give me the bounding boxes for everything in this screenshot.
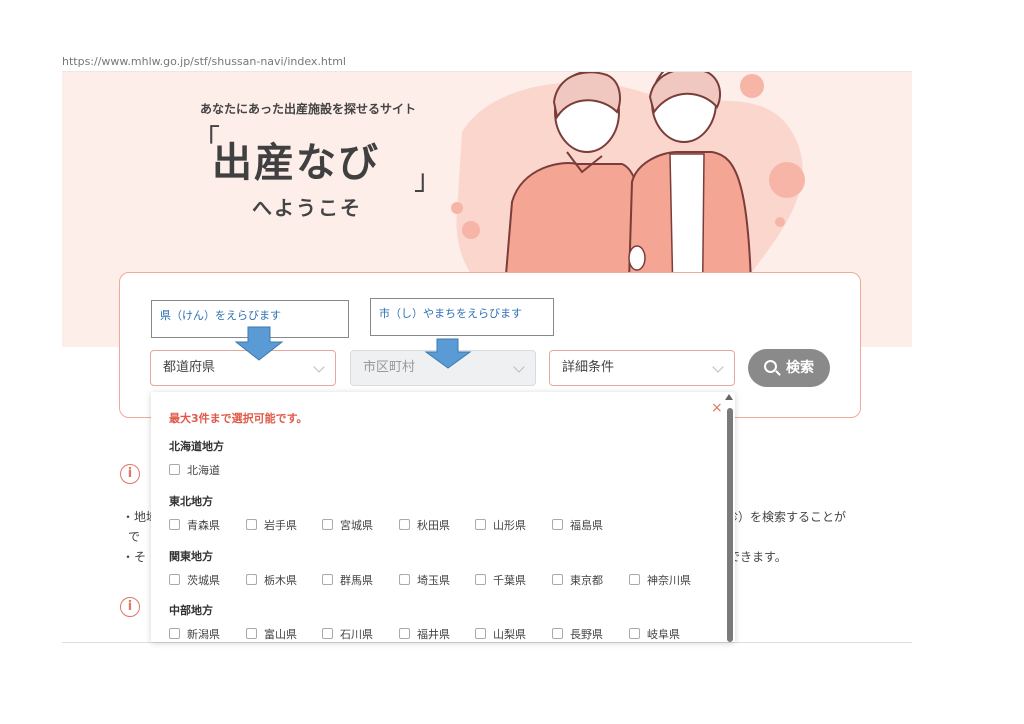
- prefecture-checkbox[interactable]: 群馬県: [322, 572, 373, 588]
- prefecture-label: 山梨県: [493, 628, 526, 641]
- prefecture-label: 富山県: [264, 628, 297, 641]
- prefecture-checkbox[interactable]: 新潟県: [169, 626, 220, 642]
- checkbox-icon: [169, 519, 180, 530]
- prefecture-label: 岐阜県: [647, 628, 680, 641]
- prefecture-label: 宮城県: [340, 519, 373, 532]
- prefecture-checkbox[interactable]: 岐阜県: [629, 626, 680, 642]
- prefecture-checkbox[interactable]: 北海道: [169, 462, 220, 478]
- checkbox-icon: [322, 628, 333, 639]
- prefecture-label: 福井県: [417, 628, 450, 641]
- scrollbar-thumb[interactable]: [727, 408, 733, 642]
- hero-bracket-close: 」: [414, 163, 443, 196]
- info-line-1-end: 診）を検索することが: [726, 510, 847, 524]
- region-heading: 北海道地方: [169, 440, 224, 453]
- prefecture-label: 福島県: [570, 519, 603, 532]
- prefecture-checkbox[interactable]: 山形県: [475, 517, 526, 533]
- prefecture-checkbox[interactable]: 富山県: [246, 626, 297, 642]
- prefecture-checkbox[interactable]: 千葉県: [475, 572, 526, 588]
- prefecture-label: 茨城県: [187, 574, 220, 587]
- prefecture-checkbox[interactable]: 石川県: [322, 626, 373, 642]
- region-heading: 中部地方: [169, 604, 213, 617]
- checkbox-icon: [552, 519, 563, 530]
- conditions-select[interactable]: 詳細条件: [549, 350, 735, 386]
- checkbox-icon: [169, 464, 180, 475]
- checkbox-icon: [246, 628, 257, 639]
- prefecture-label: 栃木県: [264, 574, 297, 587]
- city-select-label: 市区町村: [363, 360, 416, 375]
- prefecture-checkbox[interactable]: 神奈川県: [629, 572, 691, 588]
- prefecture-checkbox[interactable]: 福島県: [552, 517, 603, 533]
- bottom-divider: [62, 642, 912, 643]
- chevron-down-icon: [712, 361, 724, 373]
- search-button-label: 検索: [786, 360, 814, 376]
- prefecture-label: 東京都: [570, 574, 603, 587]
- prefecture-checkbox[interactable]: 青森県: [169, 517, 220, 533]
- prefecture-checkbox[interactable]: 山梨県: [475, 626, 526, 642]
- prefecture-label: 群馬県: [340, 574, 373, 587]
- prefecture-label: 神奈川県: [647, 574, 691, 587]
- info-icon: i: [120, 464, 140, 484]
- checkbox-icon: [475, 628, 486, 639]
- region-heading: 関東地方: [169, 550, 213, 563]
- prefecture-checkbox[interactable]: 福井県: [399, 626, 450, 642]
- checkbox-icon: [552, 628, 563, 639]
- checkbox-icon: [552, 574, 563, 585]
- prefecture-checkbox[interactable]: 埼玉県: [399, 572, 450, 588]
- conditions-select-label: 詳細条件: [562, 360, 615, 375]
- site-brand-title: 出産なび: [212, 140, 380, 186]
- down-arrow-icon: [234, 326, 284, 361]
- selection-limit-note: 最大3件まで選択可能です。: [169, 412, 308, 425]
- prefecture-label: 石川県: [340, 628, 373, 641]
- info-icon-2: i: [120, 597, 140, 617]
- prefecture-label: 千葉県: [493, 574, 526, 587]
- prefecture-label: 新潟県: [187, 628, 220, 641]
- checkbox-icon: [629, 628, 640, 639]
- prefecture-checkbox[interactable]: 秋田県: [399, 517, 450, 533]
- hero-welcome: へようこそ: [252, 196, 362, 220]
- prefecture-label: 秋田県: [417, 519, 450, 532]
- checkbox-icon: [169, 628, 180, 639]
- info-line-3-end: できます。: [728, 550, 787, 564]
- checkbox-icon: [475, 574, 486, 585]
- checkbox-icon: [629, 574, 640, 585]
- prefecture-checkbox[interactable]: 岩手県: [246, 517, 297, 533]
- chevron-down-icon: [513, 361, 525, 373]
- info-line-2-start: で: [128, 530, 141, 544]
- annotation-city: 市（し）やまちをえらびます: [370, 298, 554, 336]
- prefecture-dropdown: 最大3件まで選択可能です。 × 北海道地方北海道東北地方青森県 岩手県 宮城県 秋田県…: [151, 392, 735, 642]
- prefecture-checkbox[interactable]: 宮城県: [322, 517, 373, 533]
- prefecture-label: 長野県: [570, 628, 603, 641]
- url-bar[interactable]: https://www.mhlw.go.jp/stf/shussan-navi/…: [62, 56, 912, 72]
- page: https://www.mhlw.go.jp/stf/shussan-navi/…: [0, 0, 1024, 724]
- prefecture-checkbox[interactable]: 東京都: [552, 572, 603, 588]
- prefecture-label: 青森県: [187, 519, 220, 532]
- scroll-up-icon[interactable]: [725, 394, 733, 400]
- checkbox-icon: [246, 574, 257, 585]
- down-arrow-icon: [424, 338, 472, 369]
- hero-tagline: あなたにあった出産施設を探せるサイト: [200, 102, 417, 116]
- chevron-down-icon: [313, 361, 325, 373]
- checkbox-icon: [399, 519, 410, 530]
- checkbox-icon: [399, 628, 410, 639]
- close-icon[interactable]: ×: [711, 400, 723, 416]
- prefecture-checkbox[interactable]: 長野県: [552, 626, 603, 642]
- prefecture-checkbox[interactable]: 栃木県: [246, 572, 297, 588]
- prefecture-label: 岩手県: [264, 519, 297, 532]
- prefecture-checkbox[interactable]: 茨城県: [169, 572, 220, 588]
- search-button[interactable]: 検索: [748, 349, 830, 387]
- prefecture-label: 埼玉県: [417, 574, 450, 587]
- prefecture-label: 山形県: [493, 519, 526, 532]
- checkbox-icon: [322, 519, 333, 530]
- checkbox-icon: [475, 519, 486, 530]
- region-heading: 東北地方: [169, 495, 213, 508]
- info-line-3-start: ・そ: [122, 550, 147, 564]
- checkbox-icon: [169, 574, 180, 585]
- checkbox-icon: [246, 519, 257, 530]
- checkbox-icon: [322, 574, 333, 585]
- checkbox-icon: [399, 574, 410, 585]
- prefecture-select-label: 都道府県: [163, 360, 216, 375]
- prefecture-label: 北海道: [187, 464, 220, 477]
